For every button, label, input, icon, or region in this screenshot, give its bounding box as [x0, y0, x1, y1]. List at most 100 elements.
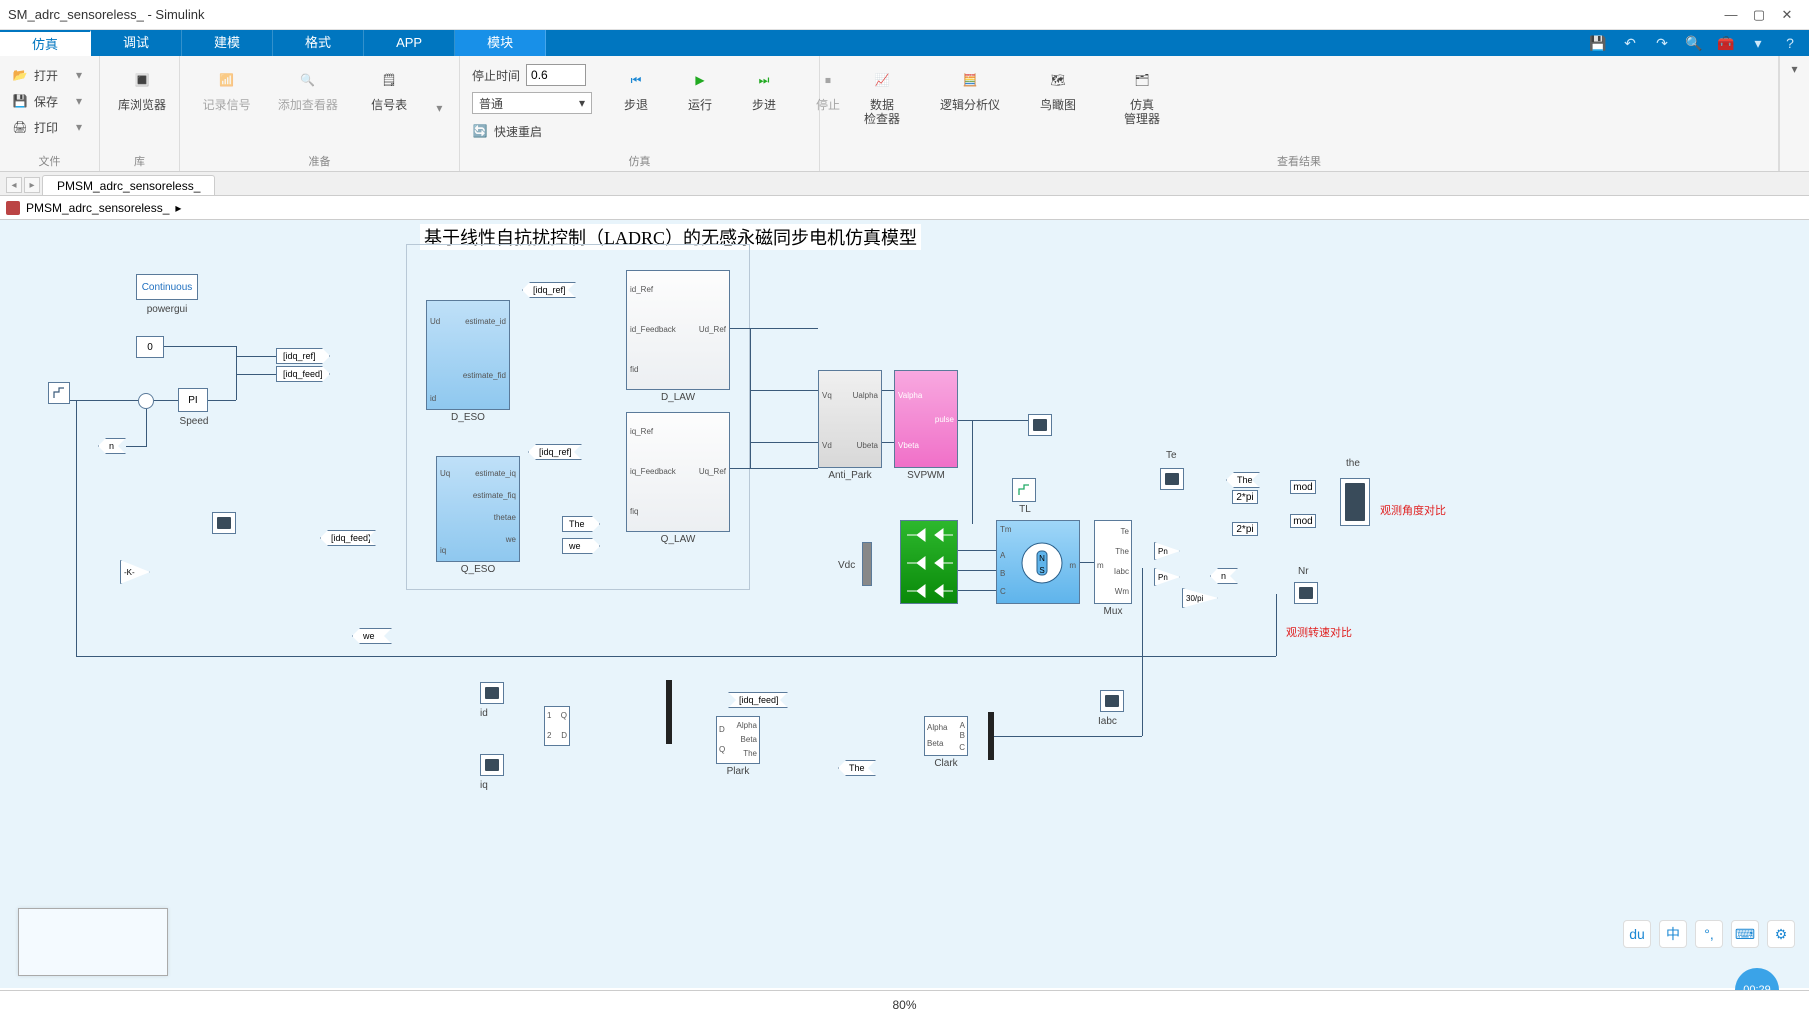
- constant-zero[interactable]: 0: [136, 336, 164, 358]
- model-tab[interactable]: PMSM_adrc_sensoreless_: [42, 175, 215, 195]
- from-the-3[interactable]: The: [838, 760, 876, 776]
- fast-restart-button[interactable]: 🔄快速重启: [472, 120, 592, 142]
- scope-id[interactable]: [480, 682, 504, 704]
- stop-button[interactable]: ⏹停止: [798, 64, 858, 114]
- minimize-icon[interactable]: —: [1717, 5, 1745, 25]
- signal-table-button[interactable]: 🗒信号表: [359, 64, 419, 114]
- clark-subsystem[interactable]: A B C Alpha Beta: [924, 716, 968, 756]
- baidu-ime-icon[interactable]: du: [1623, 920, 1651, 948]
- pi-block[interactable]: PI: [178, 388, 208, 412]
- open-button[interactable]: 📂打开▾: [12, 64, 82, 86]
- sim-mode-dropdown[interactable]: 普通▾: [472, 92, 592, 114]
- ime-punct-icon[interactable]: °,: [1695, 920, 1723, 948]
- breadcrumb-item[interactable]: PMSM_adrc_sensoreless_: [26, 201, 169, 215]
- scope-speed[interactable]: [1294, 582, 1318, 604]
- mux-block[interactable]: Te The Iabc Wm m: [1094, 520, 1132, 604]
- model-canvas[interactable]: 基于线性自抗扰控制（LADRC）的无感永磁同步电机仿真模型 Continuous…: [0, 220, 1809, 988]
- gain-pn2[interactable]: Pn: [1154, 568, 1180, 586]
- group-label: 查看结果: [832, 151, 1766, 169]
- goto-idq-feed[interactable]: [idq_feed]: [276, 366, 330, 382]
- tab-modeling[interactable]: 建模: [182, 30, 273, 56]
- step-forward-button[interactable]: ⏭步进: [734, 64, 794, 114]
- ribbon-more[interactable]: ▾: [1779, 56, 1809, 171]
- close-icon[interactable]: ✕: [1773, 5, 1801, 25]
- search-icon[interactable]: 🔍: [1683, 32, 1705, 54]
- svpwm-subsystem[interactable]: Valpha Vbeta pulse: [894, 370, 958, 468]
- undo-icon[interactable]: ↶: [1619, 32, 1641, 54]
- scope-iq[interactable]: [480, 754, 504, 776]
- mod-block-1[interactable]: mod: [1290, 480, 1316, 494]
- logic-analyzer-button[interactable]: 🧮逻辑分析仪: [936, 64, 1004, 114]
- ime-settings-icon[interactable]: ⚙: [1767, 920, 1795, 948]
- from-n-2[interactable]: n: [1210, 568, 1238, 584]
- scope-iabc[interactable]: [1100, 690, 1124, 712]
- goto-idq-feed[interactable]: [idq_feed]: [728, 692, 788, 708]
- gain-pn1[interactable]: Pn: [1154, 542, 1180, 560]
- tab-simulation[interactable]: 仿真: [0, 30, 91, 56]
- tab-format[interactable]: 格式: [273, 30, 364, 56]
- sum-block[interactable]: [138, 393, 154, 409]
- mod-block-2[interactable]: mod: [1290, 514, 1316, 528]
- scope-svpwm[interactable]: [1028, 414, 1052, 436]
- pmsm-block[interactable]: Tm A B C m NS: [996, 520, 1080, 604]
- vdc-source[interactable]: [862, 542, 872, 586]
- zoom-level[interactable]: 80%: [892, 998, 916, 1012]
- chevron-down-icon: ▾: [579, 96, 585, 110]
- maximize-icon[interactable]: ▢: [1745, 5, 1773, 25]
- svg-text:S: S: [1039, 566, 1044, 575]
- const-2pi-1[interactable]: 2*pi: [1232, 490, 1258, 504]
- goto-idq-ref[interactable]: [idq_ref]: [276, 348, 330, 364]
- scope-block[interactable]: [212, 512, 236, 534]
- inverter-block[interactable]: [900, 520, 958, 604]
- ime-lang-icon[interactable]: 中: [1659, 920, 1687, 948]
- scope-te[interactable]: [1160, 468, 1184, 490]
- tab-debug[interactable]: 调试: [91, 30, 182, 56]
- from-n[interactable]: n: [98, 438, 126, 454]
- tools-icon[interactable]: 🧰: [1715, 32, 1737, 54]
- const-2pi-2[interactable]: 2*pi: [1232, 522, 1258, 536]
- signal-log-icon: 📶: [213, 66, 241, 94]
- chevron-down-icon: ▾: [76, 120, 82, 134]
- help-icon[interactable]: ?: [1779, 32, 1801, 54]
- chevron-down-icon[interactable]: ▾: [436, 101, 442, 115]
- birdseye-icon: 🗺: [1044, 66, 1072, 94]
- step-back-button[interactable]: ⏮步退: [606, 64, 666, 114]
- from-idq-feed-2[interactable]: [idq_feed]: [320, 530, 376, 546]
- anti-park-subsystem[interactable]: Vq Vd Ualpha Ubeta: [818, 370, 882, 468]
- tab-prev-icon[interactable]: ◂: [6, 177, 22, 193]
- ime-keyboard-icon[interactable]: ⌨: [1731, 920, 1759, 948]
- tab-app[interactable]: APP: [364, 30, 455, 56]
- tl-step-block[interactable]: [1012, 478, 1036, 502]
- log-signal-button[interactable]: 📶记录信号: [197, 64, 257, 114]
- plark-subsystem[interactable]: Alpha Beta The D Q: [716, 716, 760, 764]
- birdseye-button[interactable]: 🗺鸟瞰图: [1028, 64, 1088, 114]
- step-block[interactable]: [48, 382, 70, 404]
- powergui-block[interactable]: Continuous: [136, 274, 198, 300]
- gain-30pi[interactable]: 30/pi: [1182, 588, 1218, 608]
- library-icon: 🔳: [128, 66, 156, 94]
- scope-angle[interactable]: [1340, 478, 1370, 526]
- tab-block[interactable]: 模块: [455, 30, 546, 56]
- add-viewer-button[interactable]: 🔍添加查看器: [274, 64, 342, 114]
- model-overview[interactable]: [18, 908, 168, 976]
- anti-park-label: Anti_Park: [818, 470, 882, 481]
- sim-manager-button[interactable]: 🗂仿真 管理器: [1112, 64, 1172, 129]
- data-inspector-button[interactable]: 📈数据 检查器: [852, 64, 912, 129]
- from-the[interactable]: The: [1226, 472, 1260, 488]
- tab-next-icon[interactable]: ▸: [24, 177, 40, 193]
- from-we[interactable]: we: [352, 628, 392, 644]
- demux-dq[interactable]: 1 2 Q D: [544, 706, 570, 746]
- print-button[interactable]: 🖨打印▾: [12, 116, 82, 138]
- chevron-down-icon[interactable]: ▾: [1747, 32, 1769, 54]
- stop-time-input[interactable]: [526, 64, 586, 86]
- vdc-label: Vdc: [838, 560, 855, 571]
- save-button[interactable]: 💾保存▾: [12, 90, 82, 112]
- iq-label: iq: [480, 780, 488, 791]
- run-button[interactable]: ▶运行: [670, 64, 730, 114]
- clark-label: Clark: [924, 758, 968, 769]
- library-browser-button[interactable]: 🔳 库浏览器: [112, 64, 172, 114]
- redo-icon[interactable]: ↷: [1651, 32, 1673, 54]
- gain-block[interactable]: -K-: [120, 560, 150, 584]
- save-quick-icon[interactable]: 💾: [1587, 32, 1609, 54]
- mux-bar-1[interactable]: [666, 680, 672, 744]
